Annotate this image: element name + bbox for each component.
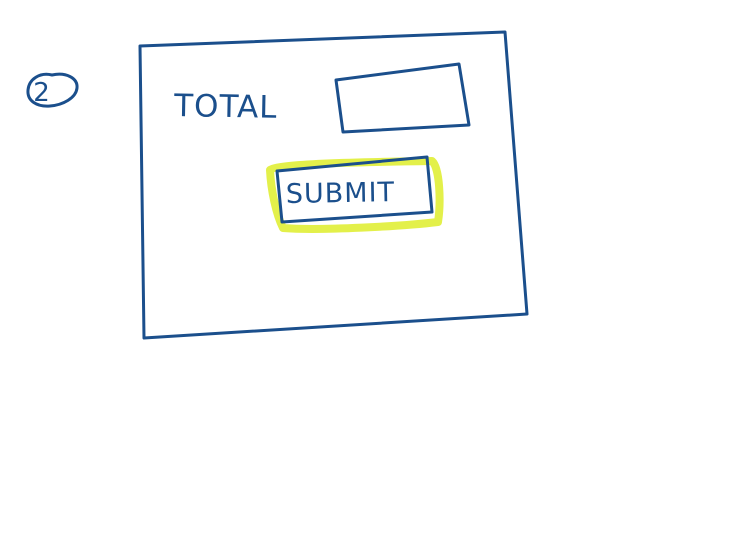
wireframe-sketch: 2 TOTAL SUBMIT bbox=[26, 30, 529, 340]
total-input[interactable] bbox=[334, 62, 471, 134]
total-label: TOTAL bbox=[173, 88, 278, 126]
total-input-border[interactable] bbox=[334, 62, 471, 134]
submit-button[interactable]: SUBMIT bbox=[266, 155, 444, 233]
submit-button-label[interactable]: SUBMIT bbox=[286, 177, 396, 210]
step-badge: 2 bbox=[26, 72, 79, 108]
step-number: 2 bbox=[33, 78, 51, 108]
